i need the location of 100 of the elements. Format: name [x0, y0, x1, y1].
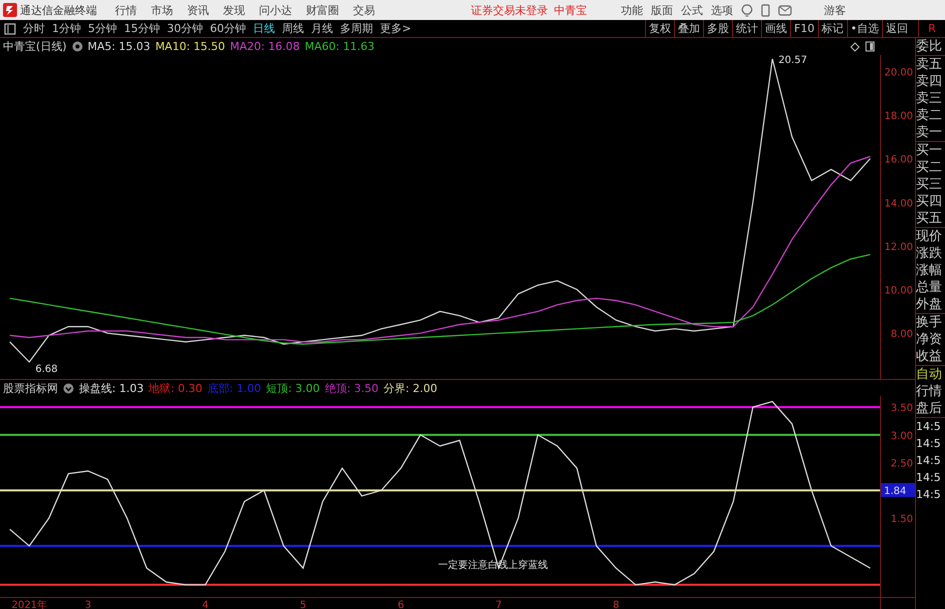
quote-label: 换手 — [916, 314, 943, 331]
chart-tool-button[interactable]: F10 — [790, 20, 818, 37]
period-tab[interactable]: 60分钟 — [210, 21, 246, 36]
axis-label: 3.00 — [890, 430, 913, 442]
axis-label: 10.00 — [884, 286, 913, 297]
trade-time: 14:5 — [916, 487, 942, 503]
gear-icon[interactable] — [72, 41, 83, 52]
mode-label[interactable]: 行情 — [916, 383, 945, 400]
menu-item[interactable]: 交易 — [353, 2, 375, 18]
menu-item[interactable]: 公式 — [681, 2, 703, 18]
menu-item[interactable]: 功能 — [621, 2, 643, 18]
period-tab[interactable]: 30分钟 — [167, 21, 203, 36]
period-tab[interactable]: 月线 — [311, 21, 333, 36]
legend-value: 底部: 1.00 — [207, 380, 262, 396]
axis-label: 3 — [84, 600, 92, 609]
panel-icon[interactable] — [865, 41, 875, 52]
app-title: 通达信金融终端 — [20, 2, 97, 18]
axis-label: 6 — [398, 600, 404, 609]
quote-label: 现价 — [916, 228, 943, 245]
quote-label: 外盘 — [916, 296, 943, 313]
quote-label: 买三 — [916, 176, 943, 193]
chart-title[interactable]: 股票指标网 — [3, 380, 58, 396]
legend-value: 短顶: 3.00 — [266, 380, 320, 396]
legend-value: 操盘线: 1.03 — [79, 380, 144, 396]
quote-label: 委比 — [916, 38, 943, 55]
trade-time: 14:5 — [916, 436, 942, 452]
quote-label: 涨幅 — [916, 262, 943, 279]
chart-tool-button[interactable]: 叠加 — [674, 20, 704, 37]
quote-label: 卖三 — [916, 90, 943, 107]
quote-label: 净资 — [916, 331, 943, 348]
quote-label: 卖四 — [916, 73, 943, 90]
chart-tool-button[interactable]: 复权 — [645, 20, 674, 37]
quote-label: 买五 — [916, 210, 943, 227]
diamond-icon[interactable] — [850, 42, 860, 52]
chart-tool-button[interactable]: 多股 — [703, 20, 732, 37]
chart-tool-button[interactable]: 画线 — [761, 20, 790, 37]
chart-label: 6.68 — [35, 364, 58, 375]
lightbulb-icon[interactable] — [741, 4, 753, 16]
legend-value: 绝顶: 3.50 — [324, 380, 379, 396]
current-value-tag: 1.84 — [881, 483, 915, 497]
quote-label: 买一 — [916, 142, 943, 159]
axis-label: 14.00 — [884, 198, 913, 210]
period-tab[interactable]: 15分钟 — [124, 21, 160, 36]
period-tab[interactable]: 更多> — [380, 21, 412, 36]
menu-item[interactable]: 财富圈 — [306, 2, 339, 18]
quote-label: 涨跌 — [916, 245, 943, 262]
square-icon[interactable] — [4, 22, 16, 34]
chart-title: 中青宝(日线) — [3, 39, 67, 54]
mail-icon[interactable] — [778, 4, 792, 16]
legend-value: MA60: 11.63 — [304, 40, 374, 53]
logo-icon — [3, 3, 17, 17]
quote-label: 卖二 — [916, 107, 943, 124]
axis-label: 5 — [300, 600, 306, 609]
menu-item[interactable]: 资讯 — [187, 2, 209, 18]
menu-item[interactable]: 市场 — [151, 2, 173, 18]
menu-item[interactable]: 发现 — [223, 2, 245, 18]
menu-item[interactable]: 问小达 — [259, 2, 292, 18]
period-tab[interactable]: 日线 — [253, 21, 275, 36]
axis-label: 20.00 — [884, 67, 913, 78]
mode-label[interactable]: 自动 — [916, 366, 945, 383]
axis-label: 2.50 — [890, 458, 913, 470]
axis-label: 2021年 — [12, 600, 48, 609]
mode-label[interactable]: 盘后 — [916, 400, 945, 417]
quote-label: 卖五 — [916, 56, 943, 73]
legend-value: MA20: 16.08 — [230, 40, 300, 53]
caret-icon[interactable] — [63, 382, 74, 394]
stock-name: 中青宝 — [554, 2, 587, 18]
legend-value: MA10: 15.50 — [155, 40, 226, 53]
chart-tool-button[interactable]: 标记 — [818, 20, 846, 37]
chart-tool-button[interactable]: •自选 — [846, 20, 882, 37]
quote-label: 买四 — [916, 193, 943, 210]
period-tab[interactable]: 分时 — [23, 21, 45, 36]
axis-label: 3.50 — [890, 403, 913, 414]
user-label[interactable]: 游客 — [824, 2, 846, 18]
period-tab[interactable]: 5分钟 — [88, 21, 117, 36]
menu-item[interactable]: 版面 — [651, 2, 673, 18]
chart-tool-button[interactable]: 统计 — [732, 20, 762, 37]
login-notice[interactable]: 证券交易未登录 — [471, 2, 548, 18]
quote-label: 卖一 — [916, 124, 943, 141]
period-tab[interactable]: 1分钟 — [52, 21, 81, 36]
menu-item[interactable]: 行情 — [115, 2, 137, 18]
menu-item[interactable]: 选项 — [711, 2, 733, 18]
legend-value: 地狱: 0.30 — [148, 380, 202, 396]
axis-label: 16.00 — [884, 154, 913, 166]
axis-label: 4 — [202, 600, 209, 609]
trade-time: 14:5 — [916, 470, 942, 486]
period-tab[interactable]: 周线 — [282, 21, 304, 36]
phone-icon[interactable] — [761, 4, 770, 16]
trade-time: 14:5 — [916, 453, 942, 469]
axis-label: 12.00 — [884, 242, 913, 253]
axis-label: 18.00 — [884, 111, 913, 122]
trade-time: 14:5 — [916, 419, 942, 435]
chart-tool-button[interactable]: 返回 — [882, 20, 911, 37]
chart-label: 20.57 — [778, 55, 808, 66]
quote-label: 收益 — [916, 348, 943, 365]
axis-label: 1.50 — [890, 514, 913, 526]
corner-mark: R — [918, 20, 945, 37]
period-tab[interactable]: 多周期 — [340, 21, 373, 36]
quote-label: 买二 — [916, 159, 943, 176]
axis-label: 8.00 — [890, 329, 913, 340]
